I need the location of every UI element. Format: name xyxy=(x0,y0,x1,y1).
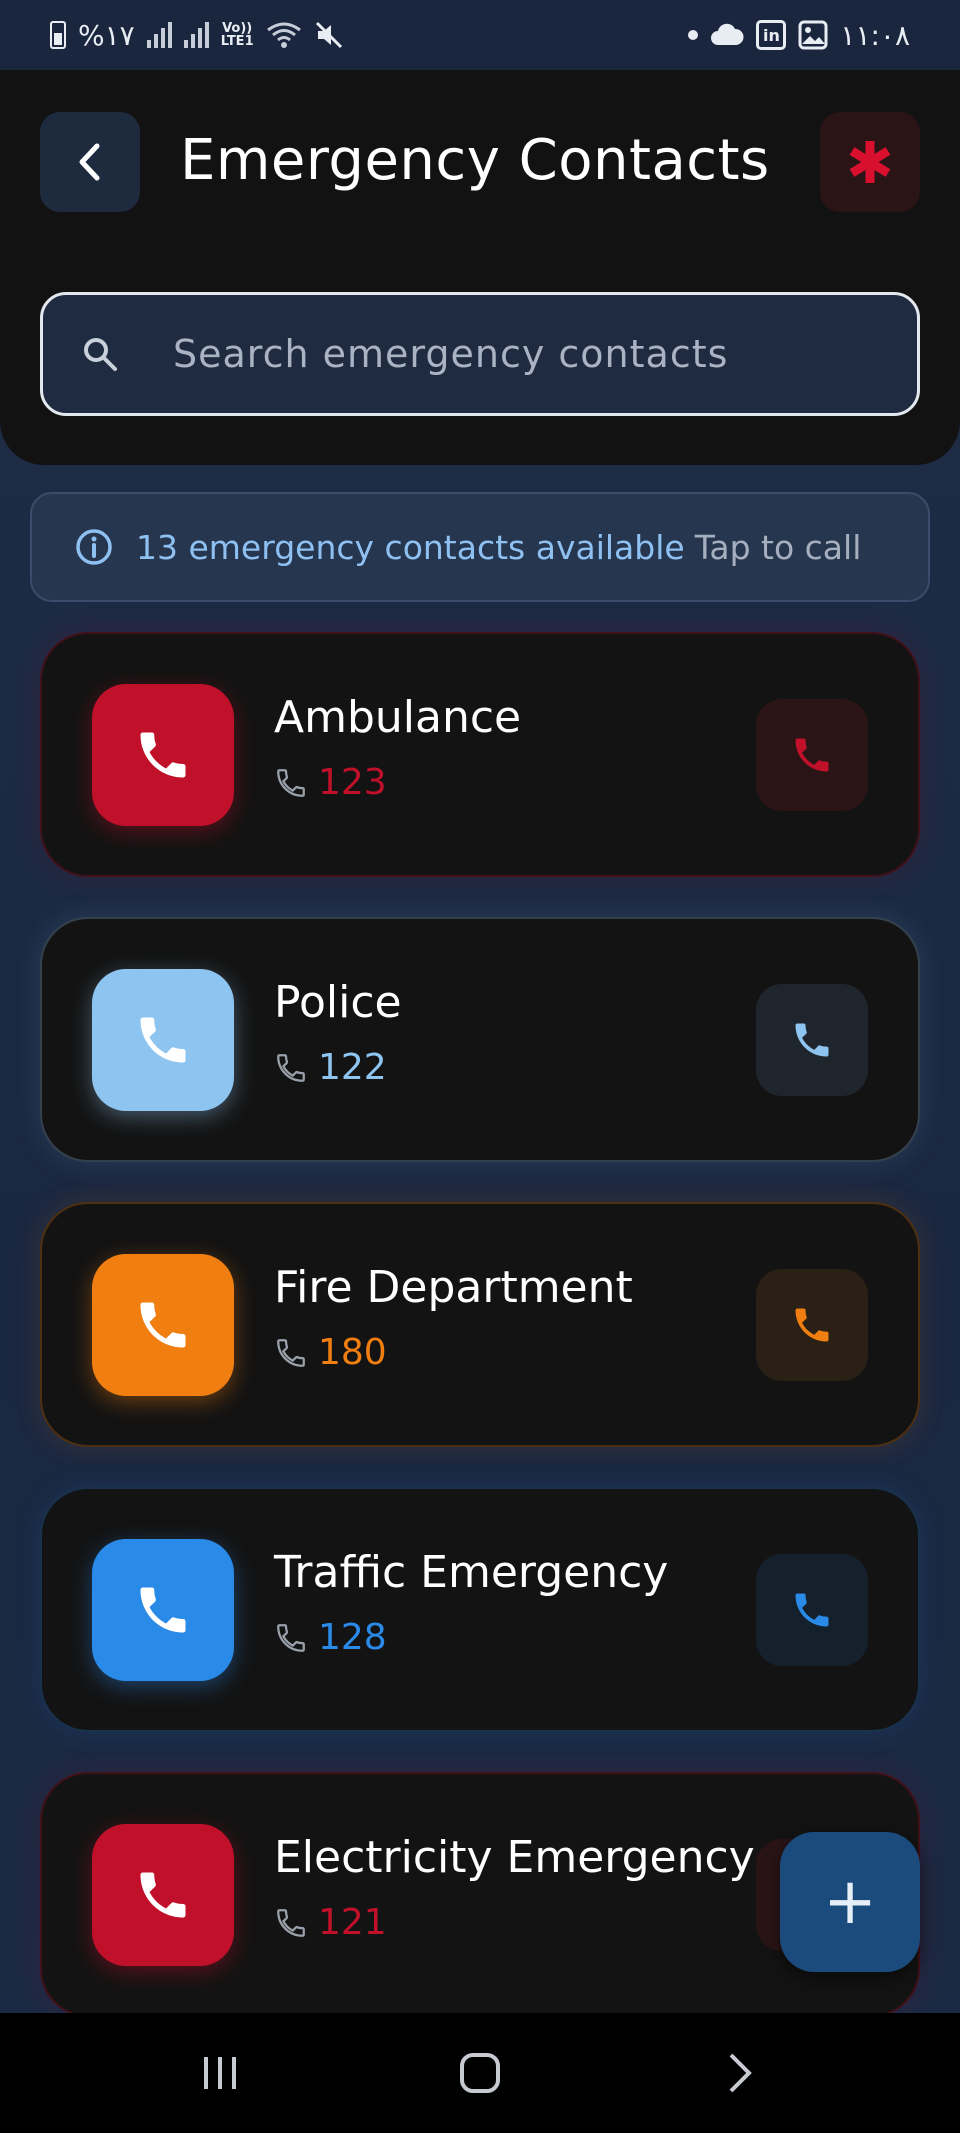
contact-number: 128 xyxy=(318,1617,387,1658)
app-root: %۱۷ Vo)) LTE1 in ۱۱:۰۸ Emergency Contact… xyxy=(0,0,960,2133)
contact-number: 122 xyxy=(318,1047,387,1088)
contact-card-police[interactable]: Police 122 xyxy=(40,917,920,1162)
add-contact-button[interactable]: + xyxy=(780,1832,920,1972)
contact-number-row: 122 xyxy=(274,1047,387,1088)
phone-outline-icon xyxy=(274,1621,308,1655)
page-title: Emergency Contacts xyxy=(180,128,770,193)
status-left: %۱۷ Vo)) LTE1 xyxy=(50,19,344,52)
gallery-icon xyxy=(798,20,828,50)
search-input[interactable] xyxy=(173,324,823,384)
phone-icon xyxy=(140,732,186,778)
contact-name: Traffic Emergency xyxy=(274,1547,669,1598)
chevron-right-icon xyxy=(729,2053,752,2093)
phone-outline-icon xyxy=(274,1336,308,1370)
phone-outline-icon xyxy=(274,766,308,800)
phone-icon xyxy=(140,1872,186,1918)
contact-name: Electricity Emergency xyxy=(274,1832,755,1883)
phone-icon xyxy=(795,1023,829,1057)
plus-icon: + xyxy=(823,1865,877,1939)
contact-number: 123 xyxy=(318,762,387,803)
info-icon xyxy=(74,527,114,567)
contact-avatar xyxy=(92,1824,234,1966)
search-icon xyxy=(84,338,117,371)
phone-icon xyxy=(795,1593,829,1627)
chevron-left-icon xyxy=(79,143,100,181)
contact-avatar xyxy=(92,1254,234,1396)
battery-percent: %۱۷ xyxy=(78,18,135,52)
battery-icon xyxy=(50,21,66,49)
contact-name: Fire Department xyxy=(274,1262,633,1313)
info-banner: 13 emergency contacts available Tap to c… xyxy=(30,492,930,602)
lte-label: LTE1 xyxy=(220,34,254,49)
call-button[interactable] xyxy=(756,1269,868,1381)
back-button[interactable] xyxy=(40,112,140,212)
clock: ۱۱:۰۸ xyxy=(840,18,910,52)
search-box[interactable] xyxy=(40,292,920,416)
signal-icon-2 xyxy=(183,22,209,48)
phone-icon xyxy=(795,738,829,772)
recent-apps-button[interactable] xyxy=(160,2033,280,2113)
emergency-button[interactable] xyxy=(820,112,920,212)
contact-count: 13 emergency contacts available xyxy=(136,527,685,567)
phone-icon xyxy=(140,1017,186,1063)
signal-icon xyxy=(146,22,172,48)
contact-name: Ambulance xyxy=(274,692,522,743)
status-bar: %۱۷ Vo)) LTE1 in ۱۱:۰۸ xyxy=(0,0,960,70)
contact-card-traffic-emergency[interactable]: Traffic Emergency 128 xyxy=(40,1487,920,1732)
contact-number: 180 xyxy=(318,1332,387,1373)
contact-card-fire-department[interactable]: Fire Department 180 xyxy=(40,1202,920,1447)
phone-icon xyxy=(140,1587,186,1633)
asterisk-icon xyxy=(849,141,891,183)
contact-number: 121 xyxy=(318,1902,387,1943)
contact-number-row: 121 xyxy=(274,1902,387,1943)
contact-number-row: 128 xyxy=(274,1617,387,1658)
wifi-icon xyxy=(266,22,301,48)
phone-icon xyxy=(795,1308,829,1342)
cloud-icon xyxy=(711,23,744,45)
contact-name: Police xyxy=(274,977,402,1028)
call-button[interactable] xyxy=(756,984,868,1096)
call-button[interactable] xyxy=(756,699,868,811)
contact-number-row: 180 xyxy=(274,1332,387,1373)
header: Emergency Contacts xyxy=(0,70,960,465)
contact-card-ambulance[interactable]: Ambulance 123 xyxy=(40,632,920,877)
notification-dot-icon xyxy=(688,30,699,40)
status-right: in ۱۱:۰۸ xyxy=(688,19,910,52)
search-icon-wrap xyxy=(43,335,123,373)
recent-apps-icon xyxy=(204,2057,236,2089)
contact-number-row: 123 xyxy=(274,762,387,803)
phone-outline-icon xyxy=(274,1051,308,1085)
home-button[interactable] xyxy=(420,2033,540,2113)
back-nav-button[interactable] xyxy=(680,2033,800,2113)
contact-avatar xyxy=(92,684,234,826)
contact-avatar xyxy=(92,1539,234,1681)
system-nav-bar xyxy=(0,2013,960,2133)
home-icon xyxy=(460,2053,500,2093)
call-button[interactable] xyxy=(756,1554,868,1666)
mute-icon xyxy=(315,21,342,49)
contact-avatar xyxy=(92,969,234,1111)
network-type: Vo)) LTE1 xyxy=(221,22,254,48)
phone-outline-icon xyxy=(274,1906,308,1940)
phone-icon xyxy=(140,1302,186,1348)
tap-hint: Tap to call xyxy=(694,527,862,567)
linkedin-icon: in xyxy=(756,20,787,50)
